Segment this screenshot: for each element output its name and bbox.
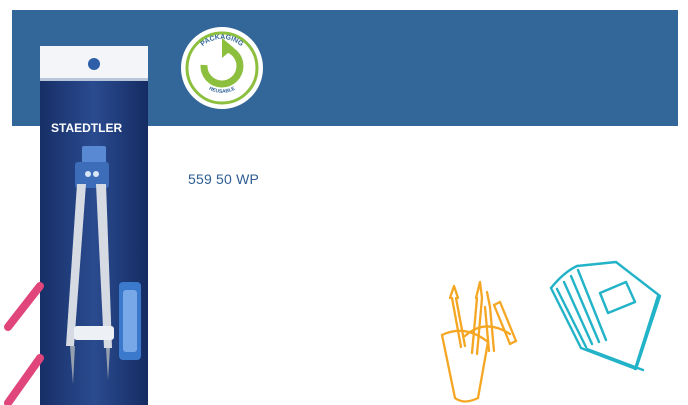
product-code: 559 50 WP — [188, 171, 260, 187]
pink-decoration — [4, 282, 44, 405]
reusable-packaging-badge: PACKAGING REUSABLE — [179, 25, 265, 111]
notebook-illustration — [549, 260, 662, 372]
hang-hole — [88, 58, 100, 70]
pencil-cup-illustration — [440, 280, 518, 403]
compass-package-image: STAEDTLER — [40, 46, 148, 405]
brand-label: STAEDTLER — [51, 121, 122, 135]
